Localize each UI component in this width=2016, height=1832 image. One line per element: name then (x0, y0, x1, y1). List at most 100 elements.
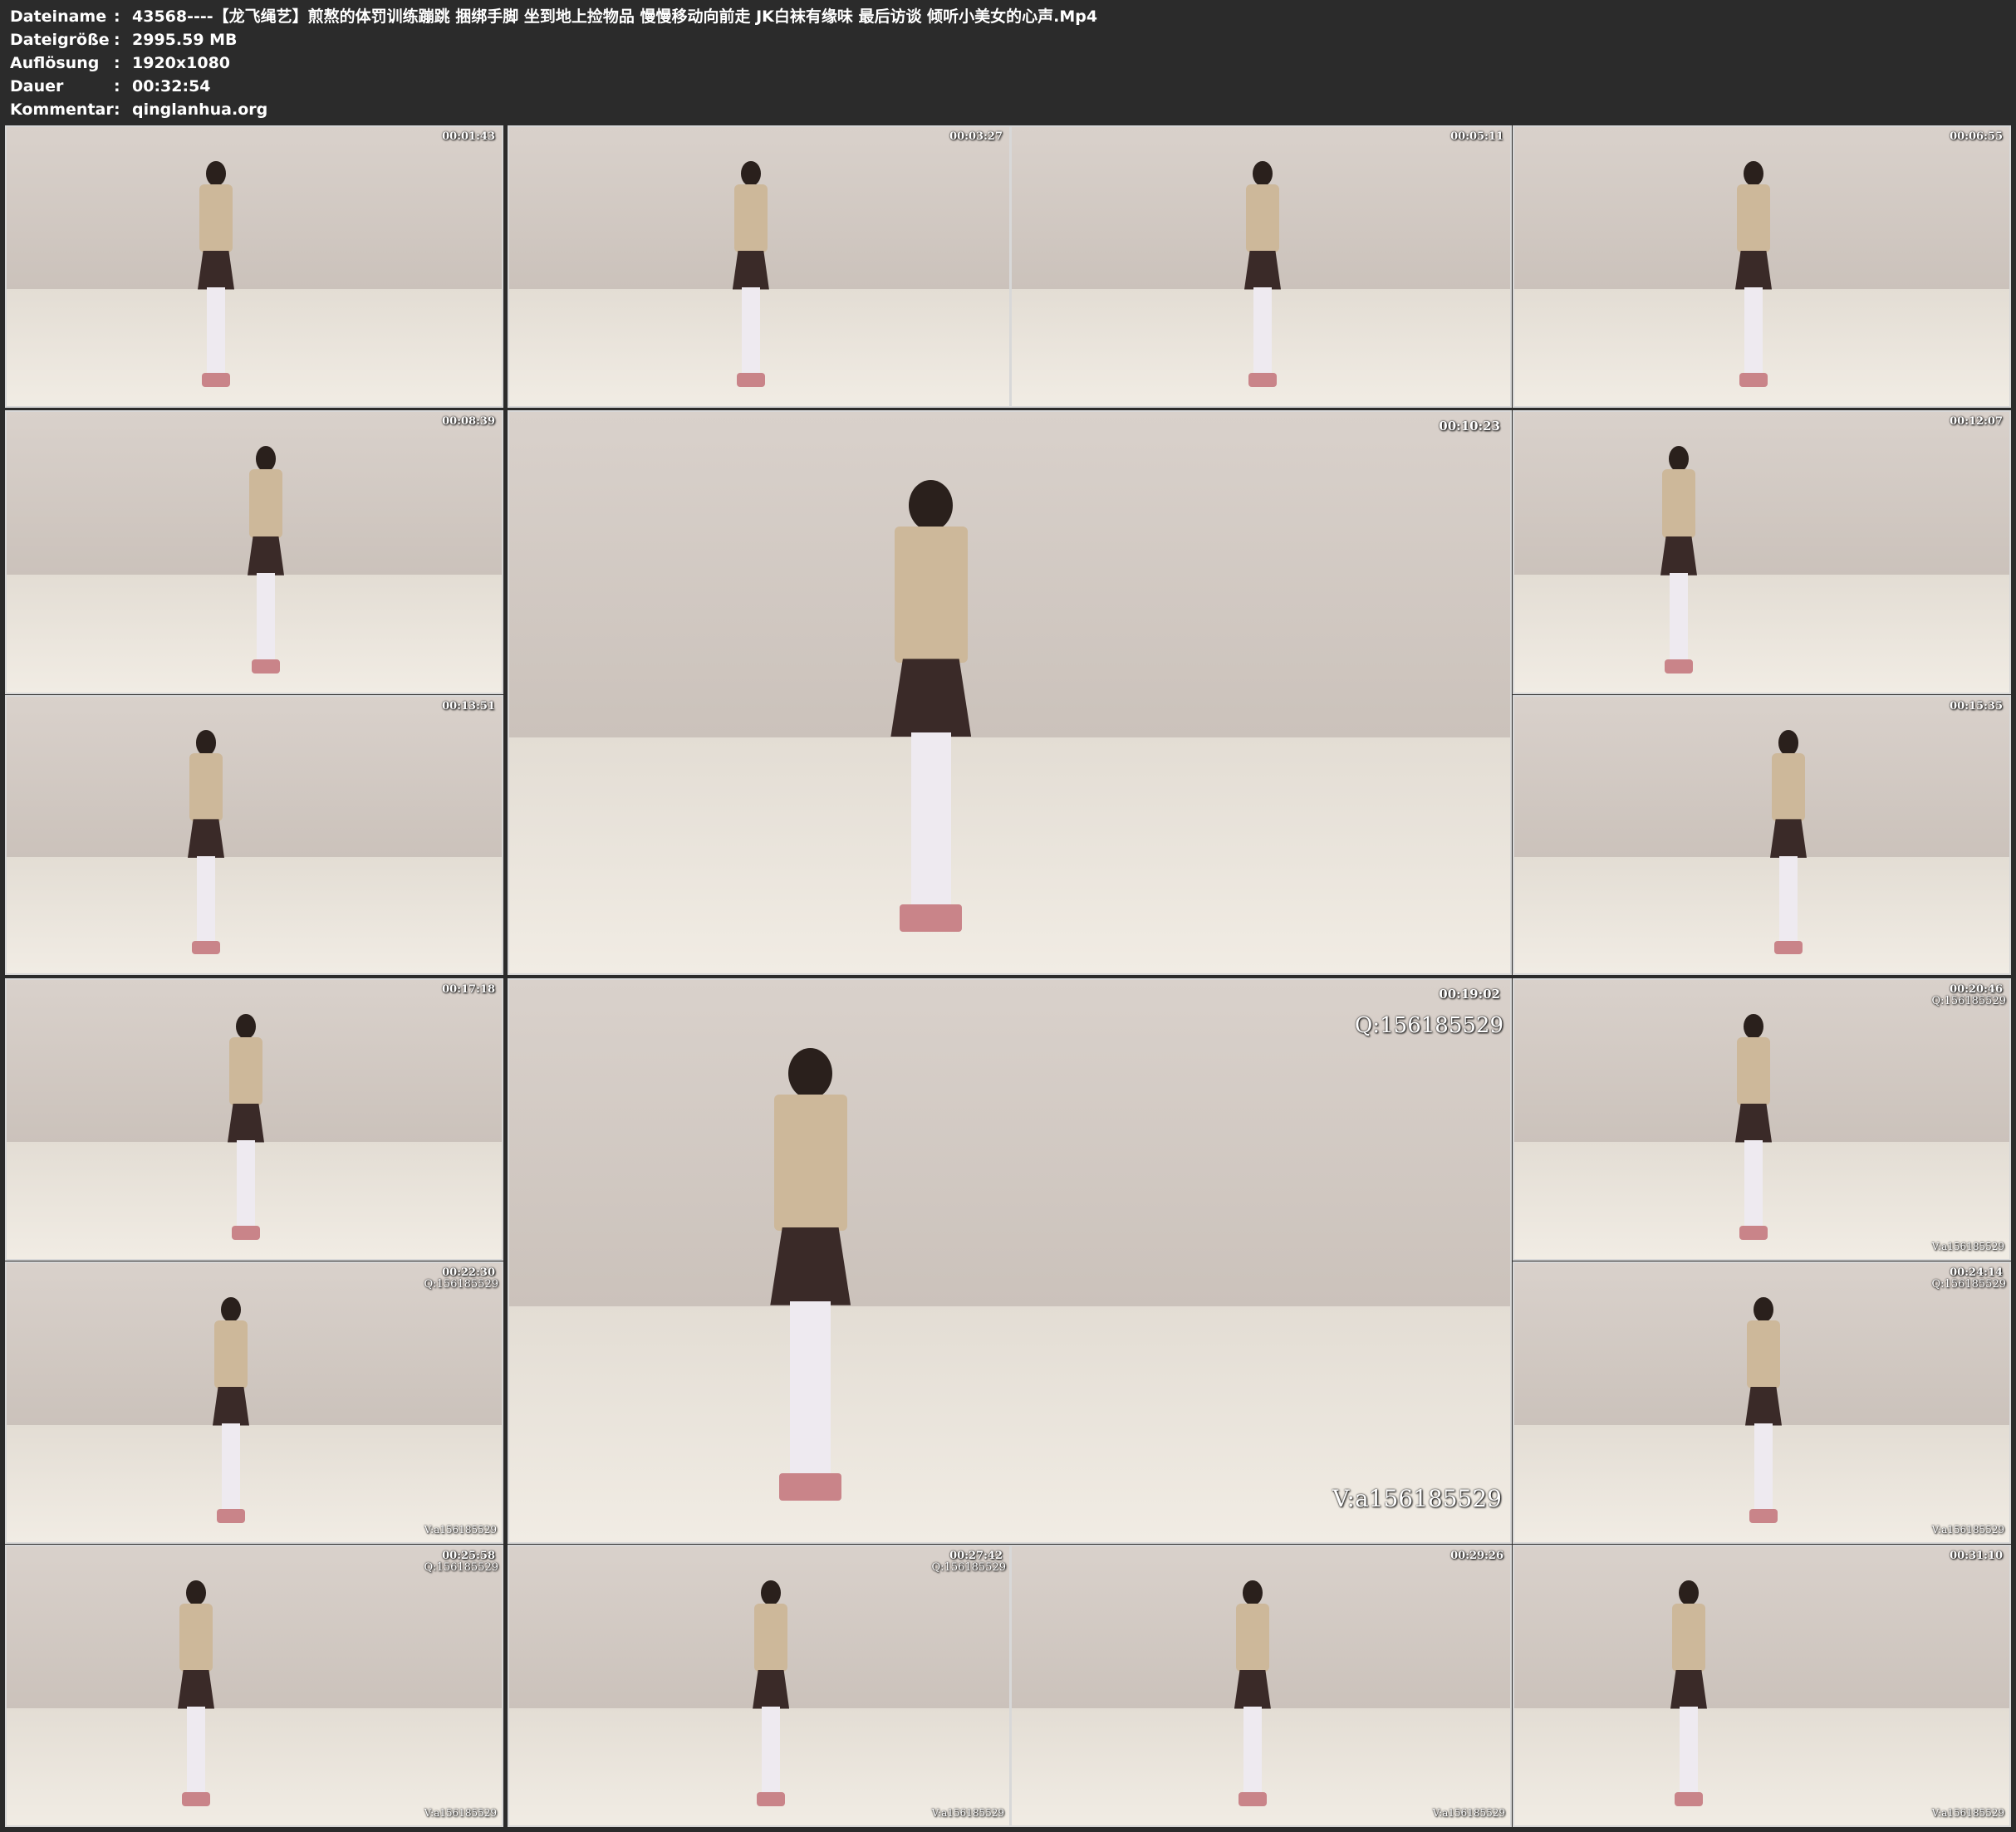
thumbnail-timestamp: 00:17:18 (442, 983, 495, 996)
figure-skirt (770, 1227, 851, 1305)
figure-skirt (1244, 250, 1281, 290)
thumbnail-timestamp: 00:10:23 (1439, 419, 1500, 434)
figure-skirt (188, 819, 224, 858)
scene-floor (1514, 575, 2009, 693)
figure-torso (773, 1095, 847, 1232)
scene-wall (1514, 412, 2009, 576)
video-thumbnail: 00:08:39 (5, 410, 503, 694)
figure-silhouette (1242, 160, 1283, 387)
thumbnail-scene (509, 127, 1009, 406)
thumbnail-timestamp: 00:19:02 (1439, 987, 1500, 1002)
meta-value: 2995.59 MB (132, 31, 238, 49)
meta-separator: : (114, 77, 120, 96)
meta-label: Dateigröße (10, 31, 110, 49)
watermark-v: V:a156185529 (1432, 1807, 1505, 1819)
figure-legs (1253, 287, 1272, 375)
figure-torso (199, 184, 233, 252)
thumbnail-timestamp: 00:24:14 (1950, 1266, 2003, 1279)
figure-skirt (1670, 1669, 1707, 1709)
figure-legs (257, 573, 275, 662)
figure-silhouette (1768, 730, 1809, 955)
video-thumbnail: 00:27:42 Q:156185529 V:a156185529 (508, 1545, 1011, 1827)
figure-legs (762, 1707, 781, 1795)
figure-silhouette (210, 1296, 252, 1523)
figure-head (761, 1580, 782, 1606)
thumbnail-scene (1012, 1546, 1510, 1825)
meta-value: 00:32:54 (132, 77, 211, 96)
figure-legs (237, 1140, 255, 1228)
thumbnail-scene (1514, 412, 2009, 693)
figure-torso (1672, 1603, 1705, 1672)
figure-shoes (1675, 1792, 1703, 1806)
scene-floor (1514, 857, 2009, 973)
thumbnail-timestamp: 00:06:55 (1950, 130, 2003, 143)
figure-torso (1737, 184, 1770, 252)
figure-shoes (757, 1792, 786, 1806)
figure-torso (179, 1603, 213, 1672)
figure-silhouette (1743, 1296, 1784, 1523)
thumbnail-scene (7, 412, 502, 693)
figure-torso (214, 1320, 248, 1389)
video-thumbnail: 00:22:30 Q:156185529 V:a156185529 (5, 1261, 503, 1544)
thumbnail-scene (7, 1263, 502, 1542)
figure-head (1669, 446, 1689, 472)
thumbnail-scene (7, 127, 502, 406)
figure-torso (189, 753, 223, 821)
thumbnail-timestamp: 00:27:42 (949, 1550, 1003, 1562)
file-info-header: Dateiname : 43568----【龙飞绳艺】煎熬的体罚训练蹦跳 捆绑手… (10, 5, 2004, 121)
thumbnail-scene (1514, 127, 2009, 406)
figure-skirt (213, 1386, 249, 1426)
figure-head (1242, 1580, 1263, 1606)
meta-row-resolution: Auflösung : 1920x1080 (10, 51, 2004, 75)
figure-legs (741, 287, 760, 375)
video-thumbnail: 00:03:27 (508, 125, 1011, 408)
figure-head (740, 160, 761, 187)
figure-head (206, 160, 226, 187)
figure-shoes (736, 373, 765, 387)
figure-legs (187, 1707, 205, 1795)
thumbnail-timestamp: 00:12:07 (1950, 415, 2003, 428)
figure-skirt (1735, 250, 1772, 290)
figure-head (788, 1047, 833, 1099)
thumbnail-timestamp: 00:31:10 (1950, 1550, 2003, 1562)
thumbnail-scene (509, 980, 1510, 1542)
figure-silhouette (1733, 1013, 1774, 1240)
figure-skirt (1234, 1669, 1271, 1709)
meta-label: Kommentar (10, 100, 114, 119)
scene-floor (509, 737, 1510, 973)
meta-separator: : (114, 7, 120, 26)
scene-wall (1514, 1546, 2009, 1708)
figure-shoes (232, 1226, 260, 1240)
scene-floor (7, 288, 502, 406)
figure-skirt (1660, 536, 1697, 576)
figure-shoes (1739, 373, 1768, 387)
figure-shoes (1739, 1226, 1768, 1240)
figure-shoes (900, 904, 963, 932)
figure-silhouette (885, 479, 977, 932)
thumbnail-timestamp: 00:22:30 (442, 1266, 495, 1279)
figure-legs (207, 287, 225, 375)
meta-separator: : (114, 31, 120, 49)
video-thumbnail: 00:12:07 (1513, 410, 2011, 694)
meta-label: Dauer (10, 77, 64, 96)
video-thumbnail: 00:25:58 Q:156185529 V:a156185529 (5, 1545, 503, 1827)
figure-head (236, 1013, 256, 1040)
meta-value: 43568----【龙飞绳艺】煎熬的体罚训练蹦跳 捆绑手脚 坐到地上捡物品 慢慢… (132, 7, 1098, 26)
thumbnail-timestamp: 00:25:58 (442, 1550, 495, 1562)
figure-skirt (732, 250, 769, 290)
figure-skirt (178, 1669, 214, 1709)
figure-legs (1779, 855, 1798, 943)
video-thumbnail: 00:31:10 V:a156185529 (1513, 1545, 2011, 1827)
figure-head (1744, 1013, 1763, 1040)
watermark-q: Q:156185529 (424, 1278, 498, 1291)
figure-skirt (1735, 1103, 1772, 1143)
figure-head (221, 1296, 241, 1323)
figure-shoes (1665, 659, 1693, 674)
video-thumbnail: 00:06:55 (1513, 125, 2011, 408)
figure-legs (1243, 1707, 1262, 1795)
figure-head (256, 446, 276, 472)
figure-shoes (1774, 940, 1803, 955)
thumbnail-timestamp: 00:29:26 (1450, 1550, 1503, 1562)
figure-skirt (228, 1103, 264, 1143)
figure-shoes (217, 1509, 245, 1523)
